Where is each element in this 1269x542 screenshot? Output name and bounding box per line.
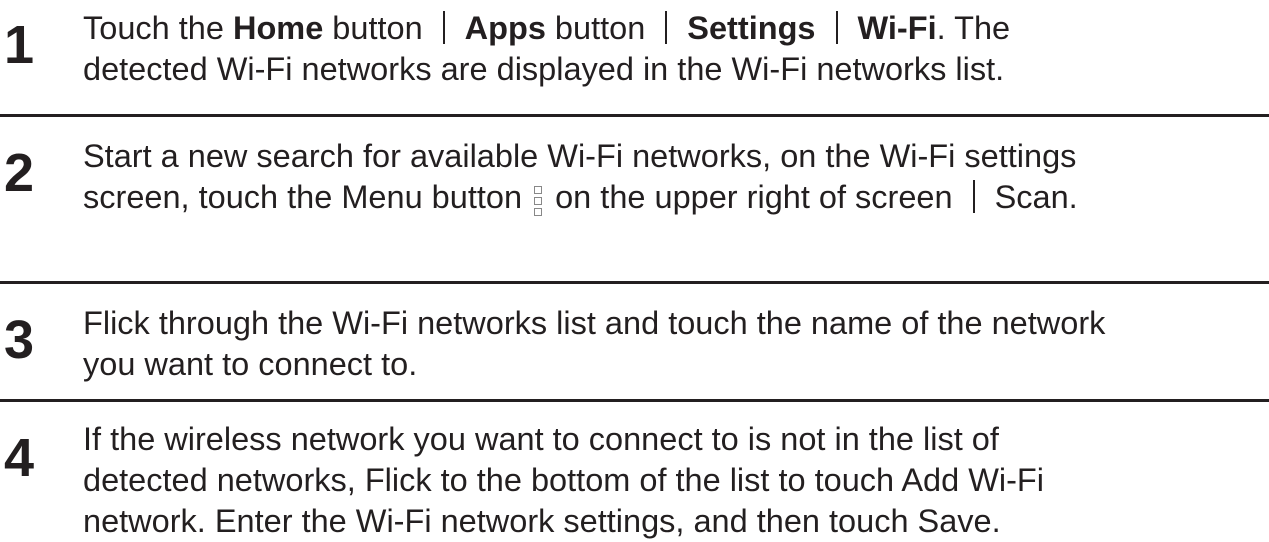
text-run: button [545, 10, 646, 46]
bold-term-settings: Settings [687, 10, 816, 46]
menu-icon [533, 186, 544, 216]
step-text: Start a new search for available Wi-Fi n… [83, 136, 1263, 218]
step-text: Flick through the Wi-Fi networks list an… [83, 303, 1263, 385]
step-line: screen, touch the Menu button on the upp… [83, 177, 1263, 218]
step-text: If the wireless network you want to conn… [83, 419, 1263, 542]
bold-term-wifi: Wi-Fi [857, 10, 937, 46]
step-number: 1 [4, 15, 35, 75]
step-number: 2 [4, 143, 35, 203]
bold-term-home: Home [232, 10, 324, 46]
text-run: screen, touch the Menu button [83, 179, 532, 215]
text-run: Scan. [994, 179, 1078, 215]
separator [665, 11, 668, 44]
text-run: button [323, 10, 423, 46]
step-line: network. Enter the Wi-Fi network setting… [83, 503, 1001, 539]
divider [0, 114, 1269, 117]
step-line: If the wireless network you want to conn… [83, 421, 999, 457]
step-number: 4 [4, 428, 35, 488]
separator [835, 11, 838, 44]
text-run: Touch the [83, 10, 233, 46]
bold-term-apps: Apps [464, 10, 546, 46]
step-line: Start a new search for available Wi-Fi n… [83, 138, 1077, 174]
step-line: Flick through the Wi-Fi networks list an… [83, 305, 1106, 341]
step-line: you want to connect to. [83, 346, 418, 382]
text-run: . The [936, 10, 1011, 46]
step-number: 3 [4, 310, 35, 370]
separator [442, 11, 445, 44]
step-line: detected networks, Flick to the bottom o… [83, 462, 1044, 498]
text-run: on the upper right of screen [546, 179, 953, 215]
divider [0, 399, 1269, 402]
step-line: Touch the Home button Apps button Settings… [83, 8, 1263, 49]
step-text: Touch the Home button Apps button Settings… [83, 8, 1263, 90]
separator [972, 180, 975, 213]
step-line: detected Wi-Fi networks are displayed in… [83, 51, 1005, 87]
divider [0, 281, 1269, 284]
